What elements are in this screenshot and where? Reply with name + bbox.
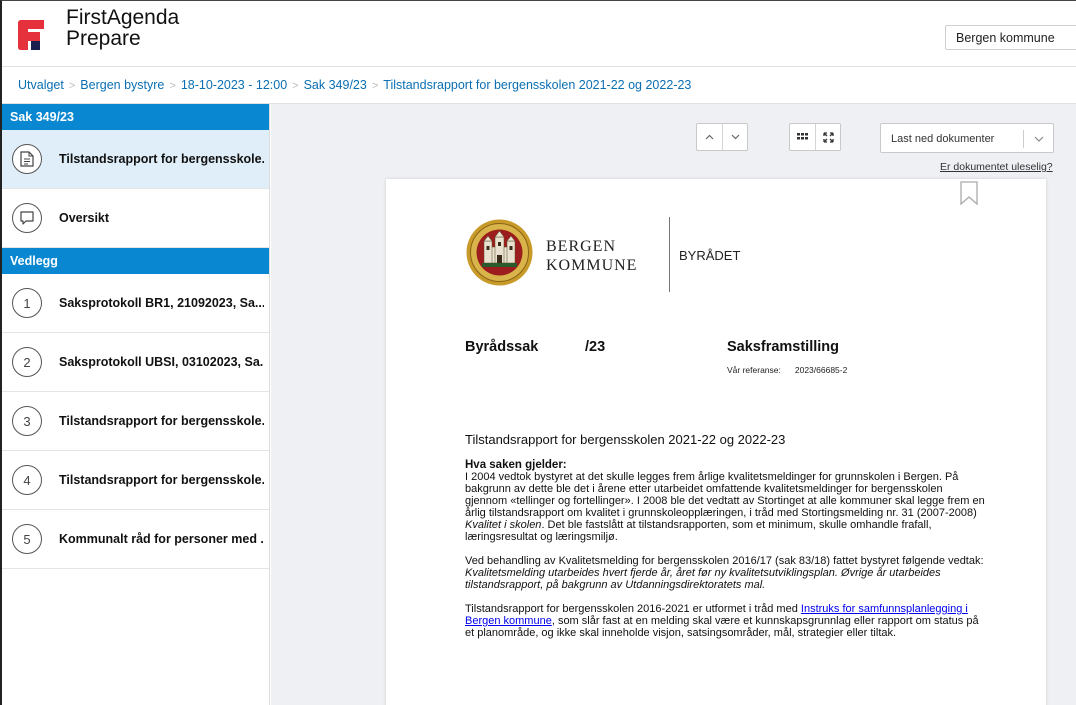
grid-icon xyxy=(797,132,808,139)
firstagenda-logo-icon xyxy=(18,20,44,50)
speech-bubble-icon xyxy=(12,203,42,233)
sidebar-item-attachment[interactable]: 4 Tilstandsrapport for bergensskole... xyxy=(2,451,269,510)
reference-label: Vår referanse: xyxy=(727,365,781,375)
breadcrumb-separator-icon: > xyxy=(68,80,76,92)
attachment-number: 1 xyxy=(12,288,42,318)
paragraph-text: I 2004 vedtok bystyret at det skulle leg… xyxy=(465,471,985,519)
sidebar-item-label: Tilstandsrapport for bergensskole... xyxy=(59,473,264,487)
paragraph-text: Ved behandling av Kvalitetsmelding for b… xyxy=(465,555,984,567)
document-body: Hva saken gjelder: I 2004 vedtok bystyre… xyxy=(465,459,985,651)
expand-icon xyxy=(822,131,834,143)
breadcrumb-separator-icon: > xyxy=(169,80,176,92)
breadcrumb-item[interactable]: 18-10-2023 - 12:00 xyxy=(181,78,287,92)
chevron-down-icon xyxy=(731,134,739,140)
attachments-section-header: Vedlegg xyxy=(2,248,269,274)
select-divider xyxy=(1023,130,1024,148)
app-window: FirstAgenda Prepare Bergen kommune Utval… xyxy=(0,0,1076,705)
bergen-coat-of-arms-icon xyxy=(466,219,533,286)
breadcrumb-item[interactable]: Bergen bystyre xyxy=(80,78,164,92)
chevron-up-icon xyxy=(705,134,714,140)
sidebar-item-label: Tilstandsrapport for bergensskole... xyxy=(59,152,264,166)
attachment-number: 5 xyxy=(12,524,42,554)
document-title: Tilstandsrapport for bergensskolen 2021-… xyxy=(465,432,786,447)
download-documents-select[interactable]: Last ned dokumenter xyxy=(880,123,1054,153)
case-number: /23 xyxy=(585,339,606,355)
breadcrumb-item-current[interactable]: Tilstandsrapport for bergensskolen 2021-… xyxy=(383,78,691,92)
section-heading: Hva saken gjelder: xyxy=(465,459,567,471)
next-page-button[interactable] xyxy=(722,124,747,150)
paragraph-italic-text: Kvalitetsmelding utarbeides hvert fjerde… xyxy=(465,567,941,591)
paragraph: Tilstandsrapport for bergensskolen 2016-… xyxy=(465,603,985,639)
sidebar-item-label: Saksprotokoll BR1, 21092023, Sa... xyxy=(59,296,264,310)
document-page: BERGEN KOMMUNE BYRÅDET Byrådssak /23 Sak… xyxy=(386,179,1046,705)
municipality-name-line: BERGEN xyxy=(546,238,616,255)
municipality-name: BERGEN KOMMUNE xyxy=(546,237,637,275)
sidebar-item-label: Kommunalt råd for personer med ... xyxy=(59,532,264,546)
view-controls xyxy=(789,123,841,151)
app-logo-text: FirstAgenda Prepare xyxy=(66,7,179,49)
reference-value: 2023/66685-2 xyxy=(794,365,848,375)
breadcrumb: Utvalget > Bergen bystyre >18-10-2023 - 12:… xyxy=(2,67,1076,104)
download-label: Last ned dokumenter xyxy=(891,133,995,145)
sidebar-item-attachment[interactable]: 1 Saksprotokoll BR1, 21092023, Sa... xyxy=(2,274,269,333)
reference: Vår referanse: 2023/66685-2 xyxy=(727,365,847,375)
sidebar-item-attachment[interactable]: 5 Kommunalt råd for personer med ... xyxy=(2,510,269,569)
breadcrumb-item[interactable]: Utvalget xyxy=(18,78,64,92)
fullscreen-button[interactable] xyxy=(815,124,840,150)
breadcrumb-separator-icon: > xyxy=(292,80,299,92)
paragraph: Ved behandling av Kvalitetsmelding for b… xyxy=(465,555,985,591)
grid-view-button[interactable] xyxy=(790,124,815,150)
attachment-number: 2 xyxy=(12,347,42,377)
page-navigation xyxy=(696,123,748,151)
breadcrumb-item[interactable]: Sak 349/23 xyxy=(304,78,367,92)
department-name: BYRÅDET xyxy=(679,248,741,263)
sidebar-item-main-document[interactable]: Tilstandsrapport for bergensskole... xyxy=(2,130,269,189)
brand-name: FirstAgenda xyxy=(66,6,180,29)
attachment-number: 4 xyxy=(12,465,42,495)
sidebar: Sak 349/23 Tilstandsrapport for bergenss… xyxy=(2,104,270,705)
sidebar-item-label: Tilstandsrapport for bergensskole... xyxy=(59,414,264,428)
organization-select[interactable]: Bergen kommune xyxy=(945,25,1076,50)
case-type: Byrådssak xyxy=(465,339,539,355)
breadcrumb-separator-icon: > xyxy=(371,80,379,92)
paragraph-text: Tilstandsrapport for bergensskolen 2016-… xyxy=(465,603,801,615)
sidebar-item-attachment[interactable]: 3 Tilstandsrapport for bergensskole... xyxy=(2,392,269,451)
document-unreadable-link[interactable]: Er dokumentet uleselig? xyxy=(940,161,1053,173)
sidebar-item-overview[interactable]: Oversikt xyxy=(2,189,269,248)
sidebar-item-attachment[interactable]: 2 Saksprotokoll UBSI, 03102023, Sa... xyxy=(2,333,269,392)
document-type: Saksframstilling xyxy=(727,339,840,355)
product-name: Prepare xyxy=(66,27,141,50)
paragraph-italic-text: Kvalitet i skolen xyxy=(465,519,542,531)
sidebar-item-label: Oversikt xyxy=(59,211,110,225)
document-icon xyxy=(12,144,42,174)
header-divider xyxy=(669,217,670,292)
bookmark-icon[interactable] xyxy=(960,181,978,205)
case-section-header: Sak 349/23 xyxy=(2,104,269,130)
app-header: FirstAgenda Prepare Bergen kommune xyxy=(2,1,1076,67)
sidebar-item-label: Saksprotokoll UBSI, 03102023, Sa... xyxy=(59,355,264,369)
chevron-down-icon xyxy=(1034,136,1044,142)
document-viewer: Last ned dokumenter Er dokumentet ulesel… xyxy=(271,104,1076,705)
previous-page-button[interactable] xyxy=(697,124,722,150)
municipality-name-line: KOMMUNE xyxy=(546,257,638,274)
paragraph: Hva saken gjelder: I 2004 vedtok bystyre… xyxy=(465,459,985,543)
attachment-number: 3 xyxy=(12,406,42,436)
